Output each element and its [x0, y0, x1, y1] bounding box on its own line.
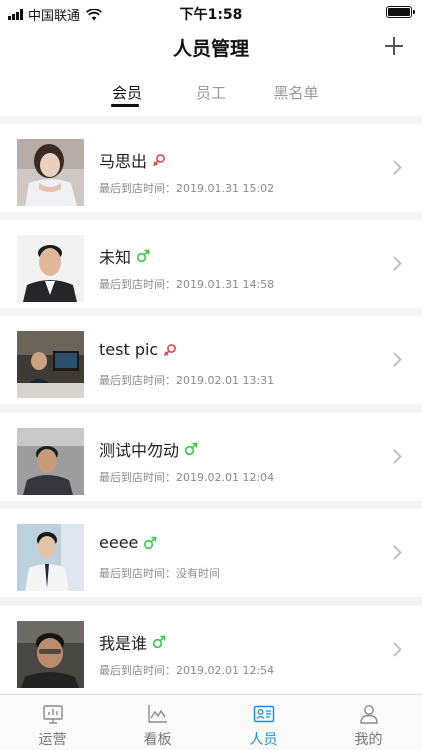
list-item[interactable]: 测试中勿动 最后到店时间：2019.02.01 12:04 — [0, 413, 422, 501]
avatar — [17, 331, 84, 398]
member-name: 未知 — [99, 248, 132, 267]
name-row: 测试中勿动 — [99, 437, 198, 461]
tab-label: 人员 — [249, 732, 278, 748]
nav-bar: 人员管理 — [0, 26, 422, 70]
avatar — [17, 621, 84, 688]
female-icon — [152, 154, 165, 167]
male-icon — [184, 442, 198, 456]
status-bar: 中国联通 下午1:58 — [0, 0, 422, 26]
avatar — [17, 139, 84, 206]
tab-members[interactable]: 会员 — [97, 82, 157, 103]
operations-icon — [43, 705, 63, 724]
list-item[interactable]: 我是谁 最后到店时间：2019.02.01 12:54 — [0, 606, 422, 694]
name-row: 未知 — [99, 244, 150, 268]
avatar — [17, 235, 84, 302]
chevron-right-icon — [393, 545, 402, 560]
last-visit-time: 最后到店时间：2019.01.31 15:02 — [99, 182, 275, 195]
female-icon — [164, 343, 177, 356]
list-item[interactable]: eeee 最后到店时间：没有时间 — [0, 509, 422, 597]
tab-operations[interactable]: 运营 — [0, 695, 105, 750]
tab-label: 我的 — [354, 732, 383, 748]
segment-tabs: 会员 员工 黑名单 — [0, 76, 422, 116]
name-row: test pic — [99, 340, 177, 359]
last-visit-time: 最后到店时间：2019.02.01 12:04 — [99, 471, 275, 484]
member-name: 我是谁 — [99, 634, 148, 653]
tab-dashboard[interactable]: 看板 — [105, 695, 210, 750]
member-name: test pic — [99, 340, 159, 359]
last-visit-time: 最后到店时间：2019.01.31 14:58 — [99, 278, 275, 291]
people-icon — [253, 705, 275, 723]
list-item[interactable]: test pic 最后到店时间：2019.02.01 13:31 — [0, 316, 422, 404]
chevron-right-icon — [393, 256, 402, 271]
member-name: eeee — [99, 533, 139, 552]
male-icon — [136, 249, 150, 263]
status-time: 下午1:58 — [179, 7, 243, 23]
page-title: 人员管理 — [172, 38, 249, 60]
tab-staff[interactable]: 员工 — [181, 82, 241, 103]
tab-profile[interactable]: 我的 — [316, 695, 421, 750]
member-list: 马思出 最后到店时间：2019.01.31 15:02 未知 最后到店时间：20… — [0, 116, 422, 694]
tab-label: 运营 — [38, 732, 67, 748]
tab-blacklist[interactable]: 黑名单 — [266, 82, 326, 103]
tab-underline — [111, 104, 139, 107]
member-name: 测试中勿动 — [99, 441, 180, 460]
last-visit-time: 最后到店时间：2019.02.01 12:54 — [99, 664, 275, 677]
chevron-right-icon — [393, 160, 402, 175]
battery-icon — [386, 6, 415, 18]
male-icon — [152, 635, 166, 649]
last-visit-time: 最后到店时间：没有时间 — [99, 567, 220, 580]
list-item[interactable]: 未知 最后到店时间：2019.01.31 14:58 — [0, 220, 422, 308]
tab-label: 看板 — [143, 732, 172, 748]
avatar — [17, 524, 84, 591]
chevron-right-icon — [393, 352, 402, 367]
chevron-right-icon — [393, 449, 402, 464]
avatar — [17, 428, 84, 495]
list-item[interactable]: 马思出 最后到店时间：2019.01.31 15:02 — [0, 124, 422, 212]
member-name: 马思出 — [99, 152, 148, 171]
name-row: 马思出 — [99, 148, 166, 172]
bottom-tab-bar: 运营 看板 人员 我的 — [0, 694, 422, 750]
name-row: 我是谁 — [99, 630, 166, 654]
tab-people[interactable]: 人员 — [211, 695, 316, 750]
profile-icon — [360, 705, 378, 724]
last-visit-time: 最后到店时间：2019.02.01 13:31 — [99, 374, 275, 387]
chevron-right-icon — [393, 642, 402, 657]
name-row: eeee — [99, 533, 157, 552]
dashboard-icon — [148, 705, 167, 723]
plus-icon[interactable] — [384, 36, 404, 56]
male-icon — [144, 536, 157, 549]
